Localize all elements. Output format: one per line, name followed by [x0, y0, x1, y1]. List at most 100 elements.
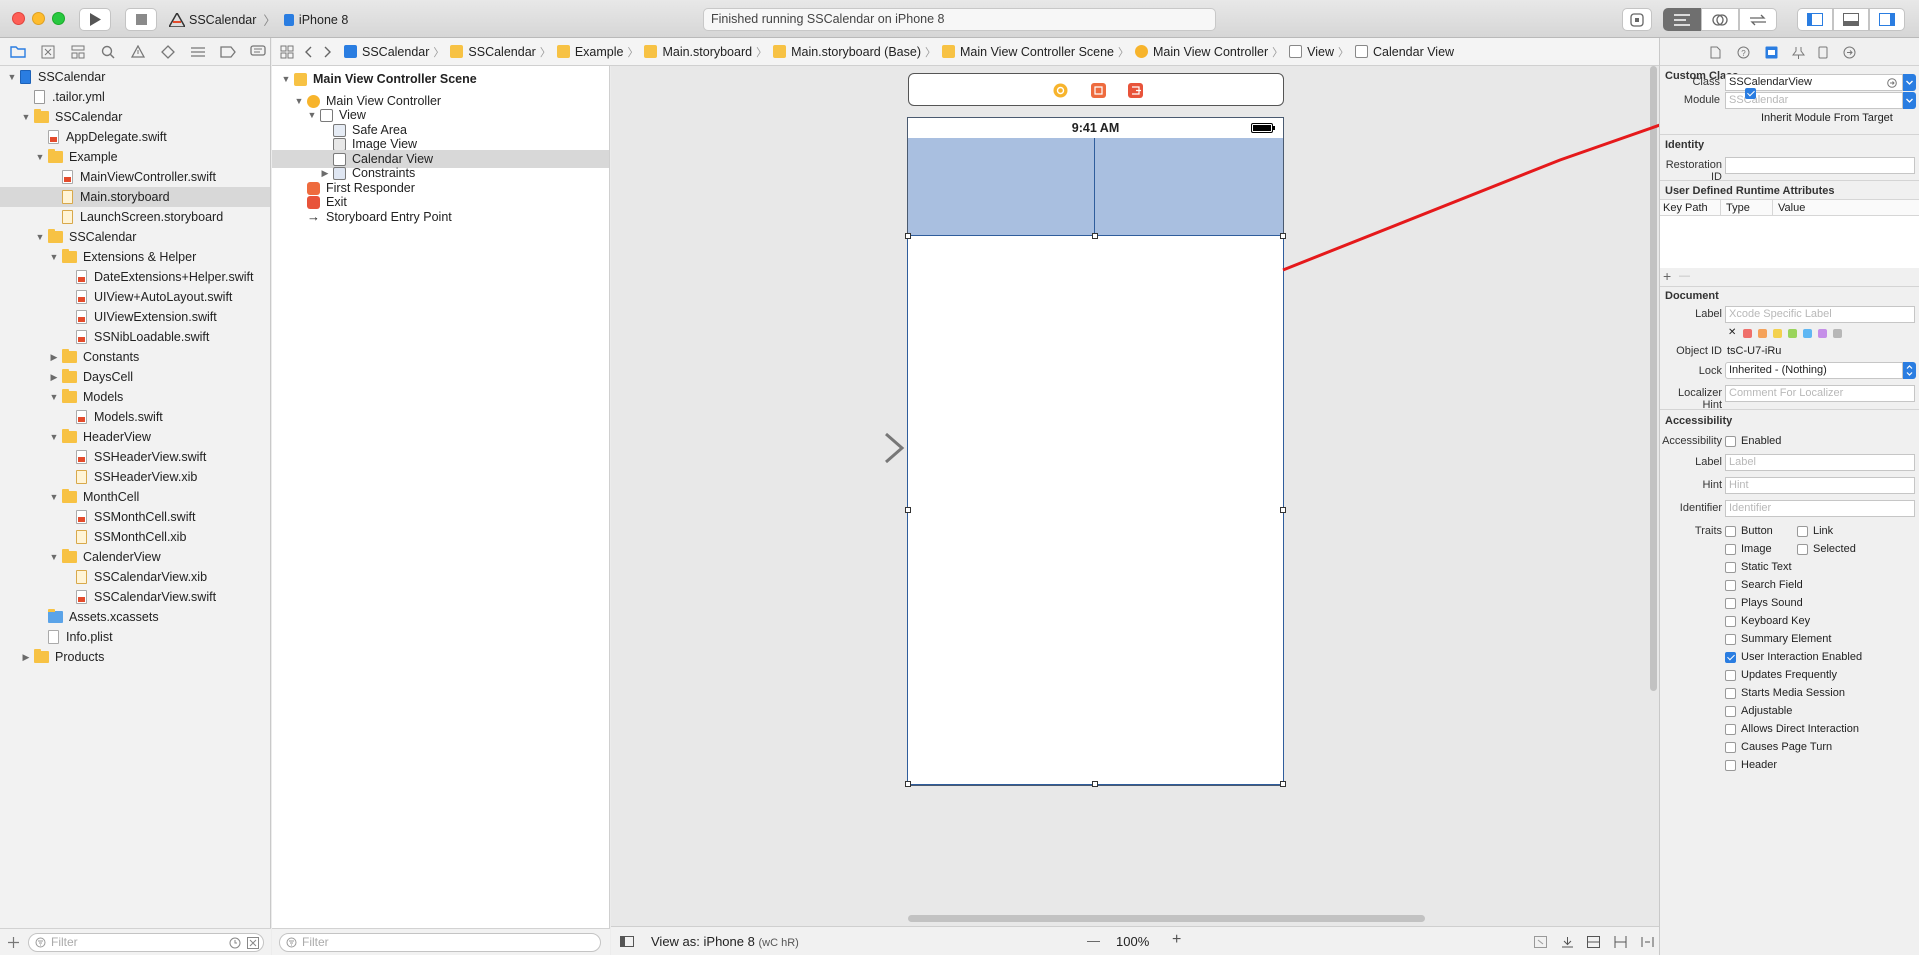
lock-dropdown-button[interactable]: [1903, 362, 1916, 379]
connections-inspector-icon[interactable]: [1843, 46, 1856, 59]
first-responder-icon[interactable]: [1091, 83, 1106, 98]
runtime-attributes-table[interactable]: [1660, 216, 1919, 268]
stop-button[interactable]: [125, 8, 157, 31]
remove-attribute-button[interactable]: —: [1679, 270, 1690, 282]
disclosure-closed-icon[interactable]: ▶: [21, 652, 31, 662]
tree-file[interactable]: DateExtensions+Helper.swift: [0, 267, 270, 287]
add-file-icon[interactable]: [8, 937, 19, 948]
column-key-path[interactable]: Key Path: [1663, 202, 1708, 214]
recent-files-icon[interactable]: [229, 937, 241, 949]
forward-chevron-icon[interactable]: [324, 46, 332, 58]
tree-file[interactable]: SSCalendarView.xib: [0, 567, 270, 587]
tree-group[interactable]: ▶ Constants: [0, 347, 270, 367]
trait-checkbox[interactable]: [1725, 598, 1736, 609]
assistant-editor-button[interactable]: [1701, 8, 1739, 31]
align-icon[interactable]: [1587, 936, 1600, 948]
tree-group[interactable]: ▼ Example: [0, 147, 270, 167]
test-navigator-tab[interactable]: [157, 43, 179, 61]
tree-group[interactable]: ▼ CalenderView: [0, 547, 270, 567]
zoom-window-button[interactable]: [52, 12, 65, 25]
tree-group[interactable]: ▼ SSCalendar: [0, 67, 270, 87]
tree-file[interactable]: UIView+AutoLayout.swift: [0, 287, 270, 307]
debug-navigator-tab[interactable]: [187, 43, 209, 61]
tree-file[interactable]: .tailor.yml: [0, 87, 270, 107]
back-chevron-icon[interactable]: [304, 46, 312, 58]
trait-checkbox[interactable]: [1725, 562, 1736, 573]
disclosure-open-icon[interactable]: ▼: [49, 552, 59, 562]
outline-filter-input[interactable]: Filter: [279, 933, 601, 952]
tree-group[interactable]: ▶ DaysCell: [0, 367, 270, 387]
accessibility-enabled-checkbox[interactable]: [1725, 436, 1736, 447]
version-editor-button[interactable]: [1739, 8, 1777, 31]
resize-handle-br[interactable]: [1280, 781, 1286, 787]
label-color-swatch[interactable]: [1773, 329, 1782, 338]
exit-icon[interactable]: [1128, 83, 1143, 98]
trait-checkbox[interactable]: [1725, 670, 1736, 681]
trait-checkbox[interactable]: [1725, 544, 1736, 555]
trait-checkbox[interactable]: [1725, 616, 1736, 627]
find-navigator-tab[interactable]: [97, 43, 119, 61]
disclosure-open-icon[interactable]: ▼: [7, 72, 17, 82]
tree-file[interactable]: AppDelegate.swift: [0, 127, 270, 147]
trait-checkbox[interactable]: [1797, 526, 1808, 537]
tree-group[interactable]: ▼ Extensions & Helper: [0, 247, 270, 267]
disclosure-open-icon[interactable]: ▼: [21, 112, 31, 122]
tree-file[interactable]: UIViewExtension.swift: [0, 307, 270, 327]
trait-checkbox[interactable]: [1725, 688, 1736, 699]
tree-group[interactable]: ▼ MonthCell: [0, 487, 270, 507]
tree-file[interactable]: SSMonthCell.xib: [0, 527, 270, 547]
trait-checkbox[interactable]: [1725, 706, 1736, 717]
navigator-filter-input[interactable]: Filter: [28, 933, 264, 952]
issue-navigator-tab[interactable]: [127, 43, 149, 61]
zoom-in-button[interactable]: +: [1172, 931, 1181, 949]
tree-group[interactable]: ▼ Models: [0, 387, 270, 407]
tree-group[interactable]: ▼ HeaderView: [0, 427, 270, 447]
clear-label-color-button[interactable]: ✕: [1728, 327, 1736, 338]
disclosure-open-icon[interactable]: ▼: [281, 74, 291, 84]
close-window-button[interactable]: [12, 12, 25, 25]
disclosure-closed-icon[interactable]: ▶: [49, 352, 59, 362]
outline-item[interactable]: → Storyboard Entry Point: [272, 208, 609, 226]
document-label-field[interactable]: Xcode Specific Label: [1725, 306, 1915, 323]
disclosure-open-icon[interactable]: ▼: [49, 252, 59, 262]
toggle-navigator-button[interactable]: [1797, 8, 1833, 31]
class-dropdown-button[interactable]: [1903, 74, 1916, 91]
breadcrumb-item[interactable]: SSCalendar: [450, 45, 536, 59]
tree-file[interactable]: LaunchScreen.storyboard: [0, 207, 270, 227]
module-dropdown-button[interactable]: [1903, 92, 1916, 109]
add-constraints-icon[interactable]: [1614, 936, 1627, 948]
calendar-view-selection[interactable]: [905, 233, 1286, 787]
report-navigator-tab[interactable]: [247, 43, 269, 61]
acc-identifier-field[interactable]: Identifier: [1725, 500, 1915, 517]
entry-point-arrow-icon[interactable]: [806, 431, 906, 465]
tree-file[interactable]: Main.storyboard: [0, 187, 270, 207]
tree-file[interactable]: SSMonthCell.swift: [0, 507, 270, 527]
trait-checkbox[interactable]: [1797, 544, 1808, 555]
file-inspector-icon[interactable]: [1710, 46, 1721, 59]
run-button[interactable]: [79, 8, 111, 31]
label-color-swatch[interactable]: [1788, 329, 1797, 338]
disclosure-closed-icon[interactable]: ▶: [320, 168, 330, 178]
acc-hint-field[interactable]: Hint: [1725, 477, 1915, 494]
size-inspector-icon[interactable]: [1818, 46, 1828, 59]
iphone-view-frame[interactable]: 9:41 AM: [905, 117, 1286, 787]
lock-popup[interactable]: Inherited - (Nothing): [1725, 362, 1903, 379]
restoration-id-field[interactable]: [1725, 157, 1915, 174]
symbol-navigator-tab[interactable]: [67, 43, 89, 61]
attributes-inspector-icon[interactable]: [1792, 46, 1805, 59]
minimize-window-button[interactable]: [32, 12, 45, 25]
label-color-swatch[interactable]: [1743, 329, 1752, 338]
view-as-button[interactable]: View as: iPhone 8 (wC hR): [651, 934, 799, 949]
toggle-debug-area-button[interactable]: [1833, 8, 1869, 31]
image-view-placeholder[interactable]: [908, 138, 1283, 236]
embed-in-icon[interactable]: [1561, 936, 1574, 948]
breakpoint-toggle-button[interactable]: [1622, 8, 1652, 31]
tree-file[interactable]: Assets.xcassets: [0, 607, 270, 627]
source-control-tab[interactable]: [37, 43, 59, 61]
disclosure-open-icon[interactable]: ▼: [49, 392, 59, 402]
breadcrumb-item[interactable]: Main View Controller Scene: [942, 45, 1114, 59]
breakpoint-navigator-tab[interactable]: [217, 43, 239, 61]
identity-inspector-icon[interactable]: [1765, 46, 1778, 59]
breadcrumb-item[interactable]: SSCalendar: [344, 45, 429, 59]
trait-checkbox[interactable]: [1725, 526, 1736, 537]
